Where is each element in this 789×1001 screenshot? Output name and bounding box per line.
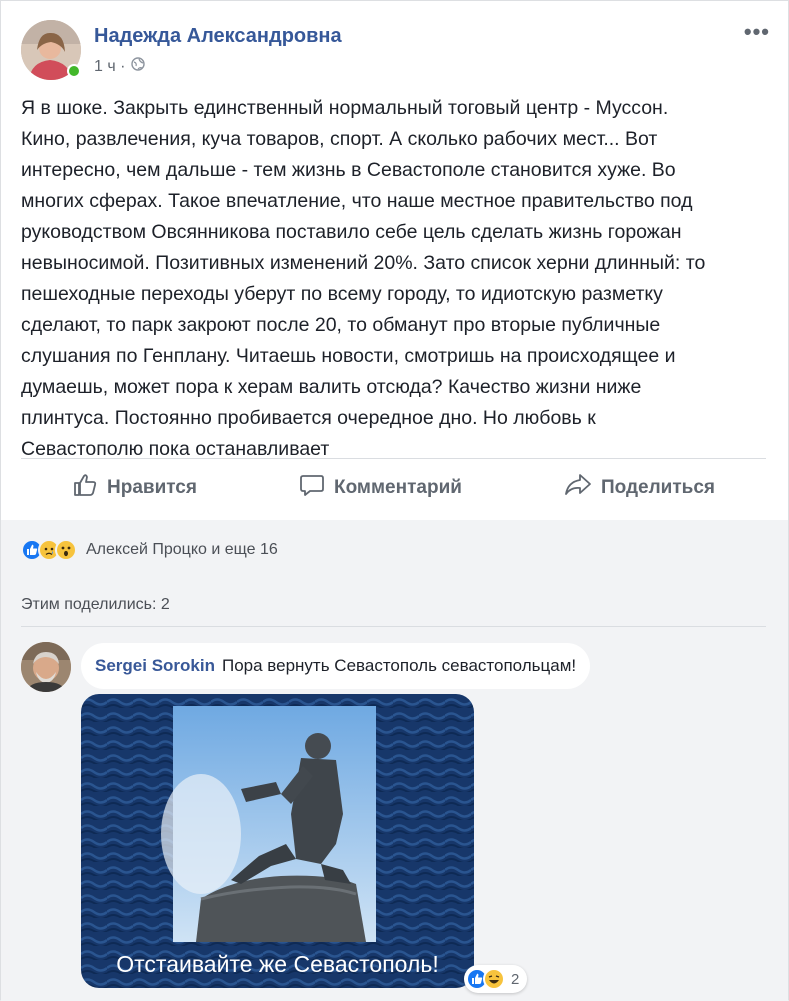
comment-icon (299, 472, 325, 504)
comment-label: Комментарий (333, 477, 462, 498)
post-text-line: руководством Овсянникова поставило себе … (21, 221, 682, 243)
post-text-line: Я в шоке. Закрыть единственный нормальны… (21, 97, 669, 119)
post-text-line: Кино, развлечения, куча товаров, спорт. … (21, 128, 658, 150)
divider (21, 458, 766, 459)
image-caption: Отстаивайте же Севастополь! (116, 951, 439, 977)
post-text-line: невыносимой. Позитивных изменений 20%. З… (21, 252, 706, 274)
like-button[interactable]: Нравится (72, 472, 197, 504)
post-text-line: Севастополю пока останавливает (21, 438, 330, 460)
reactions-text[interactable]: Алексей Процко и еще 16 (86, 541, 278, 559)
commenter-avatar[interactable] (21, 642, 71, 692)
reaction-icons (21, 539, 77, 561)
comment-button[interactable]: Комментарий (299, 472, 462, 504)
online-status-dot (67, 64, 81, 78)
post-text-line: плинтуса. Постоянно пробивается очередно… (21, 407, 596, 429)
post-text-line: пешеходные переходы уберут по всему горо… (21, 283, 663, 305)
globe-icon[interactable] (131, 57, 146, 76)
more-options-icon[interactable]: ••• (744, 19, 770, 45)
shares-count[interactable]: Этим поделились: 2 (21, 596, 170, 614)
author-name[interactable]: Надежда Александровна (94, 25, 342, 48)
post-time[interactable]: 1 ч · (94, 58, 125, 76)
share-button[interactable]: Поделиться (564, 472, 715, 504)
share-label: Поделиться (600, 477, 715, 498)
action-bar: Нравится Комментарий Поделиться (21, 466, 766, 510)
post-text-line: думаешь, может пора к херам валить отсюд… (21, 376, 642, 398)
comment-image[interactable]: Отстаивайте же Севастополь! (81, 694, 474, 988)
wow-icon (55, 539, 77, 561)
comment-bubble: Sergei Sorokin Пора вернуть Севастополь … (81, 643, 591, 689)
like-label: Нравится (107, 477, 197, 498)
reactions-summary[interactable]: Алексей Процко и еще 16 (21, 539, 278, 561)
post-text-line: слушания по Генплану. Читаешь новости, с… (21, 345, 676, 367)
divider (21, 626, 766, 627)
haha-icon (483, 968, 505, 990)
comment-reactions[interactable]: 2 (464, 965, 528, 993)
comment-text: Пора вернуть Севастополь севастопольцам! (221, 656, 577, 675)
post-text-line: сделают, то парк закроют после 20, то об… (21, 314, 661, 336)
comment-reaction-count: 2 (511, 970, 520, 988)
post-text-line: многих сферах. Такое впечатление, что на… (21, 190, 693, 212)
commenter-name[interactable]: Sergei Sorokin (95, 656, 215, 676)
post-meta: 1 ч · (94, 57, 146, 76)
post-text: Я в шоке. Закрыть единственный нормальны… (21, 93, 766, 465)
share-icon (564, 472, 592, 504)
post-card: Надежда Александровна 1 ч · ••• Я в шоке… (0, 0, 789, 1001)
thumbs-up-icon (72, 472, 98, 504)
post-text-line: интересно, чем дальше - тем жизнь в Сева… (21, 159, 676, 181)
